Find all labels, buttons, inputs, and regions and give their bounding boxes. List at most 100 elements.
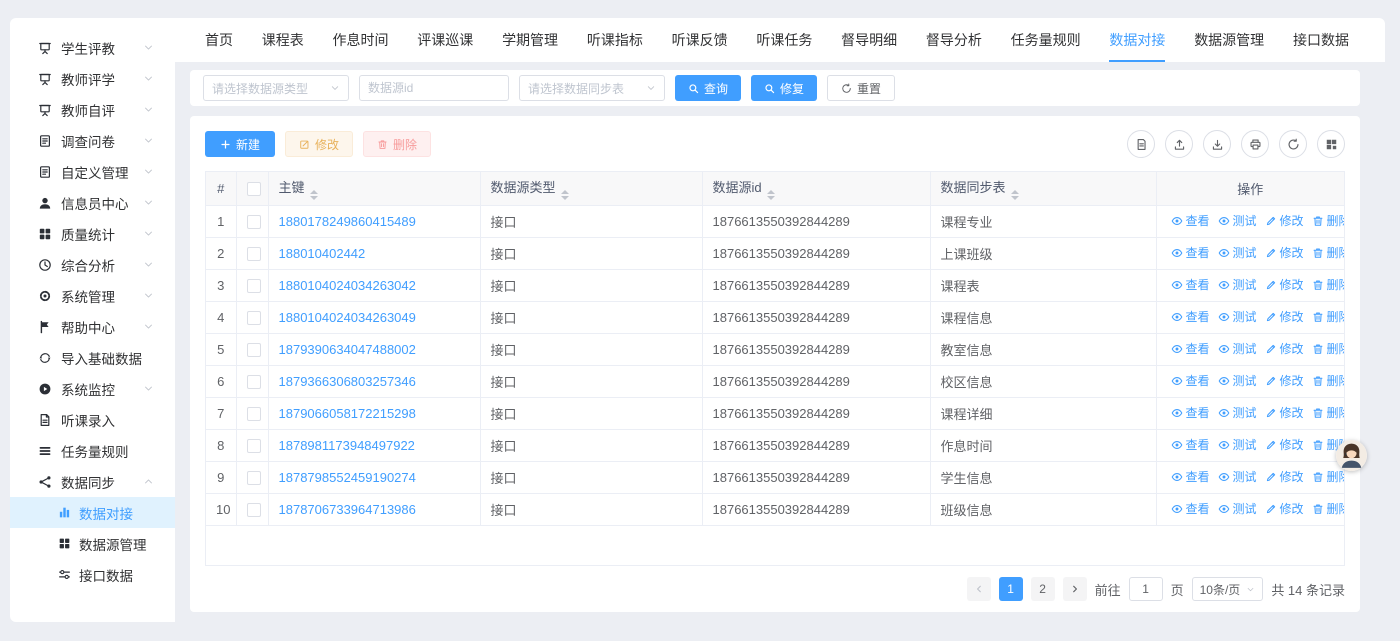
- tab-data-docking[interactable]: 数据对接: [1109, 18, 1165, 62]
- sidebar-item-task-volume-rules[interactable]: 任务量规则: [10, 435, 175, 466]
- test-action-link[interactable]: 测试: [1218, 468, 1257, 485]
- test-action-link[interactable]: 测试: [1218, 436, 1257, 453]
- column-header-主键[interactable]: 主键: [268, 172, 480, 205]
- delete-action-link[interactable]: 删除: [1312, 372, 1344, 389]
- customer-service-avatar[interactable]: [1336, 440, 1367, 471]
- tab-lecture-indicators[interactable]: 听课指标: [587, 18, 643, 62]
- printer-button[interactable]: [1241, 130, 1269, 158]
- primary-key-link[interactable]: 188010402442: [279, 246, 366, 261]
- delete-button[interactable]: 删除: [363, 131, 431, 157]
- download-button[interactable]: [1203, 130, 1231, 158]
- primary-key-link[interactable]: 1879390634047488002: [279, 342, 416, 357]
- reset-button[interactable]: 重置: [827, 75, 895, 101]
- sidebar-item-system-monitor[interactable]: 系统监控: [10, 373, 175, 404]
- sidebar-item-import-base-data[interactable]: 导入基础数据: [10, 342, 175, 373]
- sidebar-item-teacher-self-evaluation[interactable]: 教师自评: [10, 94, 175, 125]
- sort-carets-icon[interactable]: [561, 190, 569, 200]
- sidebar-item-comprehensive-analysis[interactable]: 综合分析: [10, 249, 175, 280]
- source-id-input[interactable]: [359, 75, 509, 101]
- sort-carets-icon[interactable]: [1011, 190, 1019, 200]
- upload-button[interactable]: [1165, 130, 1193, 158]
- edit-action-link[interactable]: 修改: [1265, 340, 1304, 357]
- tab-interface-data[interactable]: 接口数据: [1293, 18, 1349, 62]
- edit-action-link[interactable]: 修改: [1265, 372, 1304, 389]
- delete-action-link[interactable]: 删除: [1312, 308, 1344, 325]
- view-action-link[interactable]: 查看: [1171, 340, 1210, 357]
- view-action-link[interactable]: 查看: [1171, 212, 1210, 229]
- layout-button[interactable]: [1317, 130, 1345, 158]
- primary-key-link[interactable]: 1878798552459190274: [279, 470, 416, 485]
- edit-button[interactable]: 修改: [285, 131, 353, 157]
- row-checkbox[interactable]: [247, 471, 261, 485]
- test-action-link[interactable]: 测试: [1218, 404, 1257, 421]
- tab-semester-management[interactable]: 学期管理: [502, 18, 558, 62]
- edit-action-link[interactable]: 修改: [1265, 212, 1304, 229]
- view-action-link[interactable]: 查看: [1171, 436, 1210, 453]
- primary-key-link[interactable]: 1880178249860415489: [279, 214, 416, 229]
- view-action-link[interactable]: 查看: [1171, 468, 1210, 485]
- row-checkbox[interactable]: [247, 503, 261, 517]
- tab-lesson-review[interactable]: 评课巡课: [417, 18, 473, 62]
- source-type-select[interactable]: 请选择数据源类型: [203, 75, 349, 101]
- edit-action-link[interactable]: 修改: [1265, 308, 1304, 325]
- prev-page-button[interactable]: [967, 577, 991, 601]
- view-action-link[interactable]: 查看: [1171, 308, 1210, 325]
- sidebar-item-teacher-evaluate-learning[interactable]: 教师评学: [10, 63, 175, 94]
- tab-data-source-management[interactable]: 数据源管理: [1194, 18, 1264, 62]
- refresh-button[interactable]: [1279, 130, 1307, 158]
- view-action-link[interactable]: 查看: [1171, 244, 1210, 261]
- row-checkbox[interactable]: [247, 439, 261, 453]
- delete-action-link[interactable]: 删除: [1312, 276, 1344, 293]
- delete-action-link[interactable]: 删除: [1312, 500, 1344, 517]
- test-action-link[interactable]: 测试: [1218, 308, 1257, 325]
- row-checkbox[interactable]: [247, 279, 261, 293]
- next-page-button[interactable]: [1063, 577, 1087, 601]
- row-checkbox[interactable]: [247, 247, 261, 261]
- sidebar-item-lecture-entry[interactable]: 听课录入: [10, 404, 175, 435]
- delete-action-link[interactable]: 删除: [1312, 404, 1344, 421]
- tab-task-volume-rules[interactable]: 任务量规则: [1011, 18, 1081, 62]
- primary-key-link[interactable]: 1878981173948497922: [279, 438, 415, 453]
- test-action-link[interactable]: 测试: [1218, 244, 1257, 261]
- new-button[interactable]: 新建: [205, 131, 275, 157]
- column-header-数据同步表[interactable]: 数据同步表: [930, 172, 1156, 205]
- sidebar-item-custom-management[interactable]: 自定义管理: [10, 156, 175, 187]
- test-action-link[interactable]: 测试: [1218, 372, 1257, 389]
- view-action-link[interactable]: 查看: [1171, 404, 1210, 421]
- sidebar-item-help-center[interactable]: 帮助中心: [10, 311, 175, 342]
- delete-action-link[interactable]: 删除: [1312, 340, 1344, 357]
- row-checkbox[interactable]: [247, 311, 261, 325]
- edit-action-link[interactable]: 修改: [1265, 244, 1304, 261]
- tab-rest-time[interactable]: 作息时间: [333, 18, 389, 62]
- tab-home[interactable]: 首页: [205, 18, 233, 62]
- sidebar-item-informant-center[interactable]: 信息员中心: [10, 187, 175, 218]
- view-action-link[interactable]: 查看: [1171, 372, 1210, 389]
- repair-button[interactable]: 修复: [751, 75, 817, 101]
- row-checkbox[interactable]: [247, 343, 261, 357]
- primary-key-link[interactable]: 1880104024034263049: [279, 310, 416, 325]
- view-action-link[interactable]: 查看: [1171, 276, 1210, 293]
- sidebar-item-quality-statistics[interactable]: 质量统计: [10, 218, 175, 249]
- edit-action-link[interactable]: 修改: [1265, 468, 1304, 485]
- goto-page-input[interactable]: [1129, 577, 1163, 601]
- sidebar-item-student-evaluate-teaching[interactable]: 学生评教: [10, 32, 175, 63]
- tab-lecture-tasks[interactable]: 听课任务: [756, 18, 812, 62]
- column-header-数据源id[interactable]: 数据源id: [702, 172, 930, 205]
- page-button-2[interactable]: 2: [1031, 577, 1055, 601]
- edit-action-link[interactable]: 修改: [1265, 404, 1304, 421]
- tab-supervision-detail[interactable]: 督导明细: [841, 18, 897, 62]
- primary-key-link[interactable]: 1878706733964713986: [279, 502, 416, 517]
- test-action-link[interactable]: 测试: [1218, 340, 1257, 357]
- sidebar-subitem-data-source-management[interactable]: 数据源管理: [10, 528, 175, 559]
- sort-carets-icon[interactable]: [767, 190, 775, 200]
- page-size-select[interactable]: 10条/页: [1192, 577, 1264, 601]
- select-all-checkbox[interactable]: [247, 182, 261, 196]
- query-button[interactable]: 查询: [675, 75, 741, 101]
- edit-action-link[interactable]: 修改: [1265, 436, 1304, 453]
- file-button[interactable]: [1127, 130, 1155, 158]
- sync-table-select[interactable]: 请选择数据同步表: [519, 75, 665, 101]
- view-action-link[interactable]: 查看: [1171, 500, 1210, 517]
- primary-key-link[interactable]: 1879366306803257346: [279, 374, 416, 389]
- sidebar-subitem-interface-data[interactable]: 接口数据: [10, 559, 175, 590]
- edit-action-link[interactable]: 修改: [1265, 500, 1304, 517]
